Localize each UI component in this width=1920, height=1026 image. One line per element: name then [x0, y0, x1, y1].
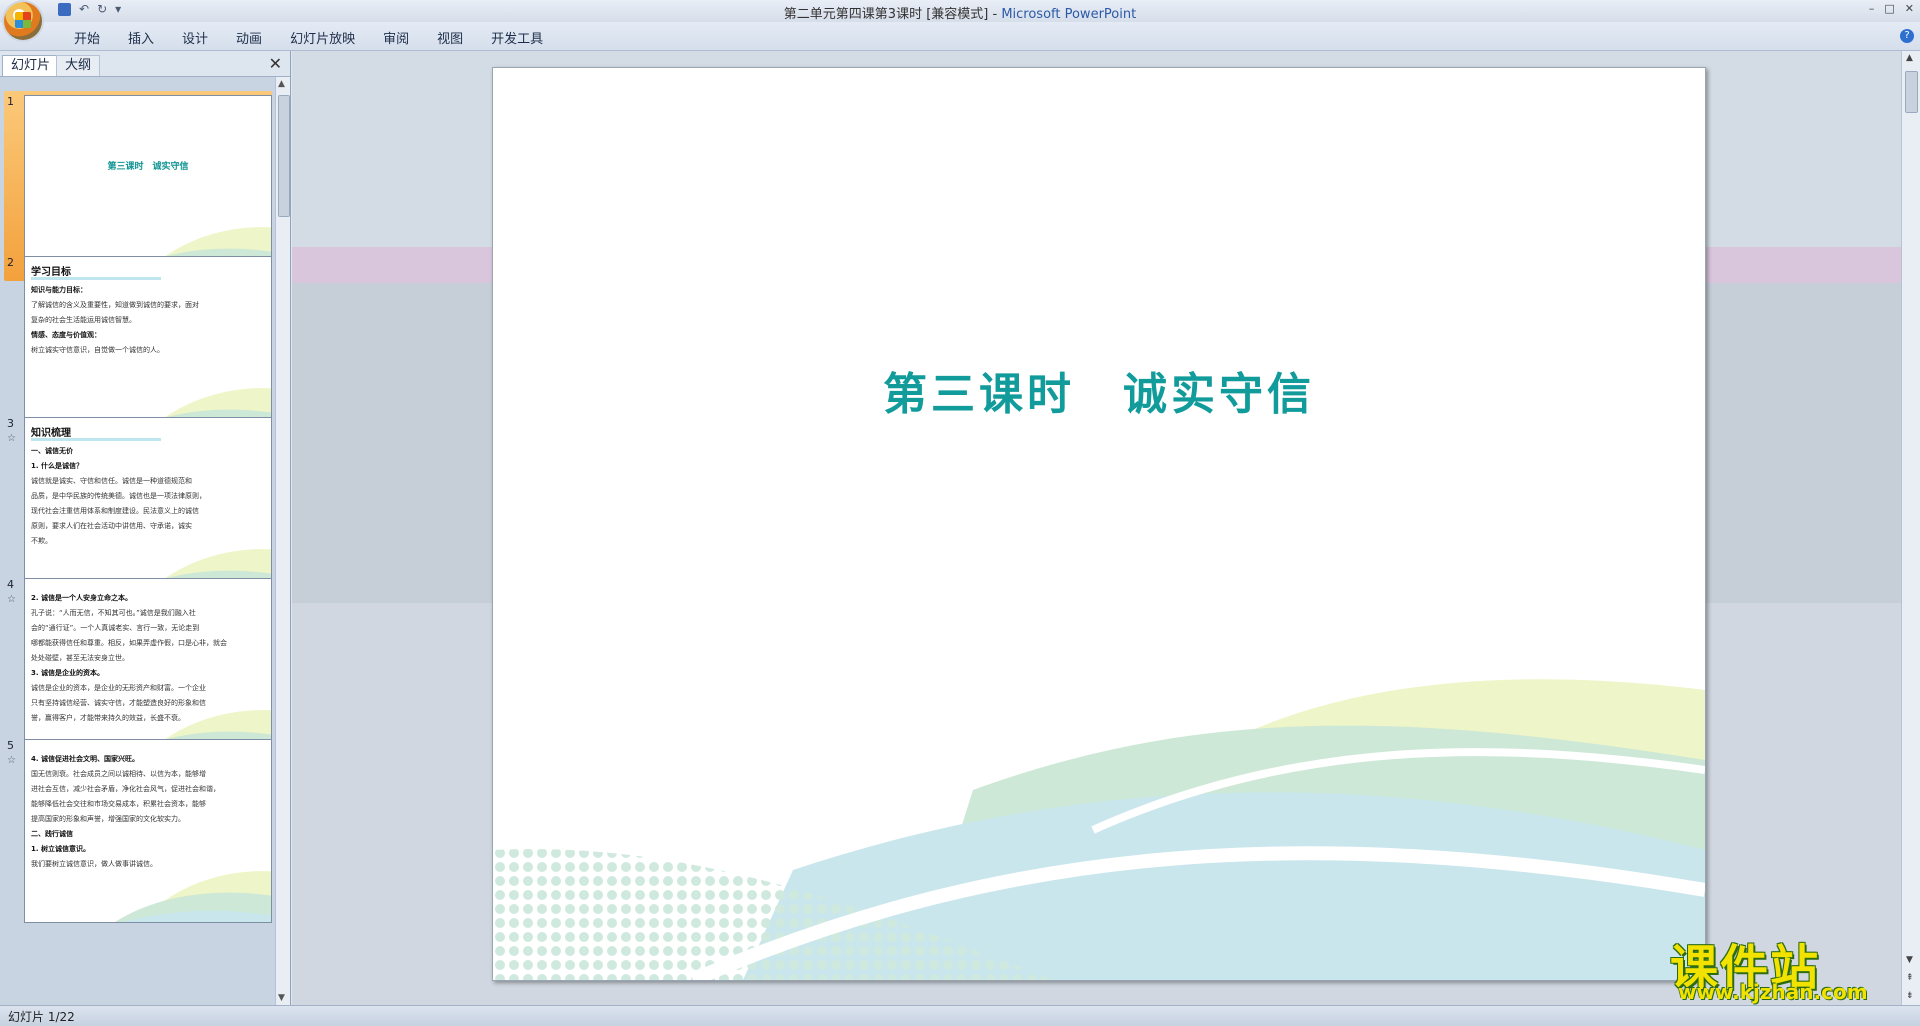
minimize-button[interactable]: –: [1869, 2, 1875, 15]
heading-underline: [31, 438, 161, 441]
heading-underline: [31, 277, 161, 280]
thumbnail-line: 我们要树立诚信意识，做人做事讲诚信。: [31, 860, 157, 868]
ribbon-tab[interactable]: 开始: [60, 28, 114, 47]
pane-tabs: 幻灯片 大纲 ✕: [0, 51, 290, 77]
editor-scroll-thumb[interactable]: [1905, 71, 1918, 113]
title-bar: ↶ ↻ ▾ 第二单元第四课第3课时 [兼容模式] - Microsoft Pow…: [0, 0, 1920, 40]
thumbnail-body: 4. 诚信促进社会文明、国家兴旺。国无信则衰。社会成员之间以诚相待、以信为本，能…: [31, 752, 265, 872]
thumbnail-line: 现代社会注重信用体系和制度建设。民法意义上的诚信: [31, 507, 199, 515]
current-slide[interactable]: 第三课时 诚实守信: [492, 67, 1706, 981]
thumbnail-body: 一、诚信无价 1. 什么是诚信？ 诚信就是诚实、守信和信任。诚信是一种道德规范和品质…: [31, 444, 265, 549]
slide-number: 3: [7, 417, 14, 430]
thumbnail-line: 会的“通行证”。一个人真诚老实、言行一致，无论走到: [31, 624, 200, 632]
thumbnail-line: 国无信则衰。社会成员之间以诚相待、以信为本，能够增: [31, 770, 206, 778]
slide-thumbnails: 1 第三课时 诚实守信 2 学习目标知识与能力目标： 了解诚信的含义及重要性，知道做到诚…: [0, 77, 275, 1005]
thumbnail-body: 知识与能力目标： 了解诚信的含义及重要性，知道做到诚信的要求，面对 复杂的社会生活能…: [31, 283, 265, 358]
thumbnail-line: 处处碰壁，甚至无法安身立世。: [31, 654, 129, 662]
maximize-button[interactable]: □: [1884, 2, 1894, 15]
thumbnail-line: 了解诚信的含义及重要性，知道做到诚信的要求，面对: [31, 301, 199, 309]
app-name: Microsoft PowerPoint: [1001, 7, 1137, 22]
thumbnail-line: 品质，是中华民族的传统美德。诚信也是一项法律原则，: [31, 492, 206, 500]
slide-number: 5: [7, 739, 14, 752]
slide-wave-decoration: [493, 679, 1705, 980]
document-title: 第二单元第四课第3课时 [兼容模式] -: [783, 7, 1002, 22]
thumbnail-line: 情感、态度与价值观：: [31, 331, 101, 339]
office-logo-icon: [15, 12, 31, 28]
thumbnail-line: 4. 诚信促进社会文明、国家兴旺。: [31, 755, 139, 763]
window-controls: – □ ✕: [1869, 2, 1914, 15]
ribbon-tab[interactable]: 插入: [114, 28, 168, 47]
thumbnail-line: 孔子说：“人而无信，不知其可也。”诚信是我们融入社: [31, 609, 196, 617]
ribbon-tabs-bar: 开始 插入 设计 动画 幻灯片放映 审阅 视图 开发工具 ?: [0, 22, 1920, 51]
ribbon-tab[interactable]: 开发工具: [477, 28, 557, 47]
thumbnail-line: 诚信是企业的资本，是企业的无形资产和财富。一个企业: [31, 684, 206, 692]
thumbnail-line: 进社会互信，减少社会矛盾，净化社会风气，促进社会和谐，: [31, 785, 220, 793]
window-title: 第二单元第四课第3课时 [兼容模式] - Microsoft PowerPoin…: [0, 3, 1920, 22]
ribbon-tab[interactable]: 审阅: [369, 28, 423, 47]
thumbnail-line: 树立诚实守信意识，自觉做一个诚信的人。: [31, 346, 164, 354]
slide-editor: 第三课时 诚实守信: [292, 51, 1902, 1005]
thumbnail-line: 1. 树立诚信意识。: [31, 845, 90, 853]
thumbnail-heading: 学习目标: [31, 267, 71, 278]
thumbnail-line: 1. 什么是诚信？: [31, 462, 83, 470]
thumbnail-line: 哪都能获得信任和尊重。相反，如果弄虚作假，口是心非，就会: [31, 639, 227, 647]
thumbnail-line: 2. 诚信是一个人安身立命之本。: [31, 594, 132, 602]
pane-scrollbar[interactable]: ▲ ▼: [275, 77, 290, 1005]
animation-star-icon: ☆: [7, 755, 16, 766]
thumbnail-preview: 4. 诚信促进社会文明、国家兴旺。国无信则衰。社会成员之间以诚相待、以信为本，能…: [24, 739, 272, 923]
tab-outline[interactable]: 大纲: [56, 55, 101, 76]
thumbnail-heading: 知识梳理: [31, 428, 71, 439]
slide-number: 1: [7, 95, 14, 108]
scroll-down-icon[interactable]: ▼: [278, 993, 285, 1003]
thumbnail-line: 提高国家的形象和声誉，增强国家的文化软实力。: [31, 815, 185, 823]
thumbnail-line: 只有坚持诚信经营、诚实守信，才能塑造良好的形象和信: [31, 699, 206, 707]
thumbnail-line: 复杂的社会生活能运用诚信智慧。: [31, 316, 136, 324]
scroll-up-icon[interactable]: ▲: [278, 79, 285, 89]
animation-star-icon: ☆: [7, 594, 16, 605]
thumbnail-line: 3. 诚信是企业的资本。: [31, 669, 104, 677]
thumbnail-line: 原则，要求人们在社会活动中讲信用、守承诺，诚实: [31, 522, 192, 530]
ribbon-tab[interactable]: 设计: [168, 28, 222, 47]
thumbnail-line: 一、诚信无价: [31, 447, 73, 455]
thumbnail-body: 2. 诚信是一个人安身立命之本。孔子说：“人而无信，不知其可也。”诚信是我们融入…: [31, 591, 265, 726]
slide-number: 2: [7, 256, 14, 269]
slide-number: 4: [7, 578, 14, 591]
editor-scrollbar[interactable]: ▲ ▼ ⇞ ⇟: [1901, 51, 1920, 1005]
ribbon-tab[interactable]: 动画: [222, 28, 276, 47]
ribbon-tab[interactable]: 幻灯片放映: [276, 28, 369, 47]
thumbnail-line: 不欺。: [31, 537, 52, 545]
slides-pane: 幻灯片 大纲 ✕ 1 第三课时 诚实守信 2 学习目标知识与能力目标： 了解诚信的含义及…: [0, 51, 291, 1005]
watermark-logo: 课件站 www.kjzhan.com: [1670, 928, 1910, 1006]
thumbnail-line: 能够降低社会交往和市场交易成本，积累社会资本，能够: [31, 800, 206, 808]
watermark-url: www.kjzhan.com: [1678, 980, 1868, 1004]
office-button[interactable]: [4, 2, 42, 40]
slide-title[interactable]: 第三课时 诚实守信: [493, 358, 1705, 422]
ribbon-tabs: 开始 插入 设计 动画 幻灯片放映 审阅 视图 开发工具: [60, 28, 557, 47]
scroll-up-icon[interactable]: ▲: [1906, 53, 1913, 63]
thumbnail-line: 知识与能力目标：: [31, 286, 87, 294]
slide-thumbnail-5[interactable]: 5 ☆ 4. 诚信促进社会文明、国家兴旺。国无信则衰。社会成员之间以诚相待、以信为本…: [4, 735, 272, 925]
tab-slides[interactable]: 幻灯片: [2, 55, 60, 76]
ribbon-tab[interactable]: 视图: [423, 28, 477, 47]
thumbnail-line: 诚信就是诚实、守信和信任。诚信是一种道德规范和: [31, 477, 192, 485]
thumbnail-line: 二、践行诚信: [31, 830, 73, 838]
pane-scroll-thumb[interactable]: [278, 95, 290, 217]
thumbnail-title: 第三课时 诚实守信: [107, 162, 189, 172]
slide-counter: 幻灯片 1/22: [8, 1010, 75, 1024]
thumbnail-line: 誉，赢得客户，才能带来持久的效益，长盛不衰。: [31, 714, 185, 722]
close-button[interactable]: ✕: [1905, 2, 1914, 15]
help-icon[interactable]: ?: [1900, 29, 1914, 43]
animation-star-icon: ☆: [7, 433, 16, 444]
pane-close-icon[interactable]: ✕: [269, 54, 282, 73]
status-bar: 幻灯片 1/22: [0, 1005, 1920, 1026]
